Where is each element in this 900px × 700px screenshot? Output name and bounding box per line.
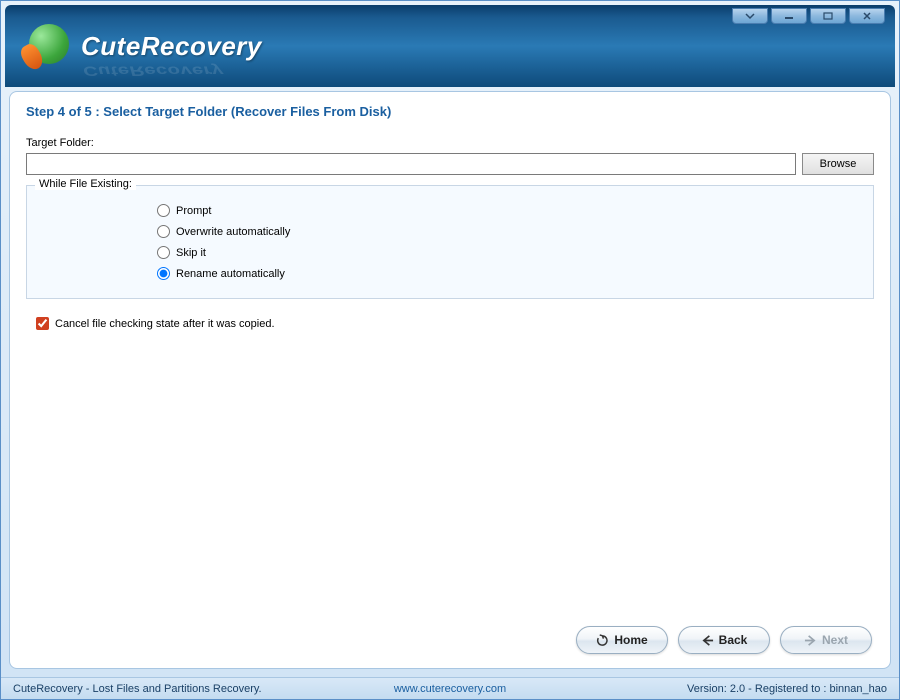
step-title: Step 4 of 5 : Select Target Folder (Reco…: [26, 104, 874, 119]
cancel-checking-checkbox[interactable]: [36, 317, 49, 330]
target-folder-input[interactable]: [26, 153, 796, 175]
app-name: CuteRecovery: [81, 31, 262, 62]
chevron-down-icon: [745, 12, 755, 20]
minimize-button[interactable]: [771, 8, 807, 24]
radio-prompt-label: Prompt: [176, 205, 211, 217]
arrow-left-icon: [701, 634, 714, 647]
refresh-icon: [596, 634, 609, 647]
nav-buttons: Home Back Next: [576, 626, 872, 654]
close-button[interactable]: [849, 8, 885, 24]
titlebar: CuteRecovery CuteRecovery: [5, 5, 895, 87]
logo-reflection: CuteRecovery: [83, 62, 224, 78]
back-button[interactable]: Back: [678, 626, 770, 654]
radio-prompt[interactable]: Prompt: [157, 204, 863, 217]
home-label: Home: [614, 633, 647, 647]
app-logo-icon: [25, 22, 73, 70]
window-frame: CuteRecovery CuteRecovery Step 4 of 5 : …: [0, 0, 900, 700]
radio-rename[interactable]: Rename automatically: [157, 267, 863, 280]
radio-rename-input[interactable]: [157, 267, 170, 280]
browse-button[interactable]: Browse: [802, 153, 874, 175]
radio-skip-input[interactable]: [157, 246, 170, 259]
dropdown-button[interactable]: [732, 8, 768, 24]
footer-link[interactable]: www.cuterecovery.com: [394, 683, 506, 695]
arrow-right-icon: [804, 634, 817, 647]
radio-skip-label: Skip it: [176, 247, 206, 259]
maximize-icon: [823, 12, 833, 20]
footer: CuteRecovery - Lost Files and Partitions…: [1, 677, 899, 699]
next-label: Next: [822, 633, 848, 647]
target-folder-row: Browse: [26, 153, 874, 175]
back-label: Back: [719, 633, 748, 647]
cancel-checking-row[interactable]: Cancel file checking state after it was …: [36, 317, 874, 330]
content-panel: Step 4 of 5 : Select Target Folder (Reco…: [9, 91, 891, 669]
radio-prompt-input[interactable]: [157, 204, 170, 217]
radio-skip[interactable]: Skip it: [157, 246, 863, 259]
target-folder-label: Target Folder:: [26, 137, 874, 149]
home-button[interactable]: Home: [576, 626, 668, 654]
radio-overwrite-label: Overwrite automatically: [176, 226, 290, 238]
radio-overwrite-input[interactable]: [157, 225, 170, 238]
footer-left: CuteRecovery - Lost Files and Partitions…: [13, 683, 262, 695]
maximize-button[interactable]: [810, 8, 846, 24]
window-controls: [729, 8, 885, 24]
radio-rename-label: Rename automatically: [176, 268, 285, 280]
minimize-icon: [784, 12, 794, 20]
footer-right: Version: 2.0 - Registered to : binnan_ha…: [687, 683, 887, 695]
next-button[interactable]: Next: [780, 626, 872, 654]
radio-overwrite[interactable]: Overwrite automatically: [157, 225, 863, 238]
file-existing-fieldset: While File Existing: Prompt Overwrite au…: [26, 185, 874, 299]
file-existing-legend: While File Existing:: [35, 178, 136, 190]
close-icon: [862, 12, 872, 20]
cancel-checking-label: Cancel file checking state after it was …: [55, 318, 275, 330]
